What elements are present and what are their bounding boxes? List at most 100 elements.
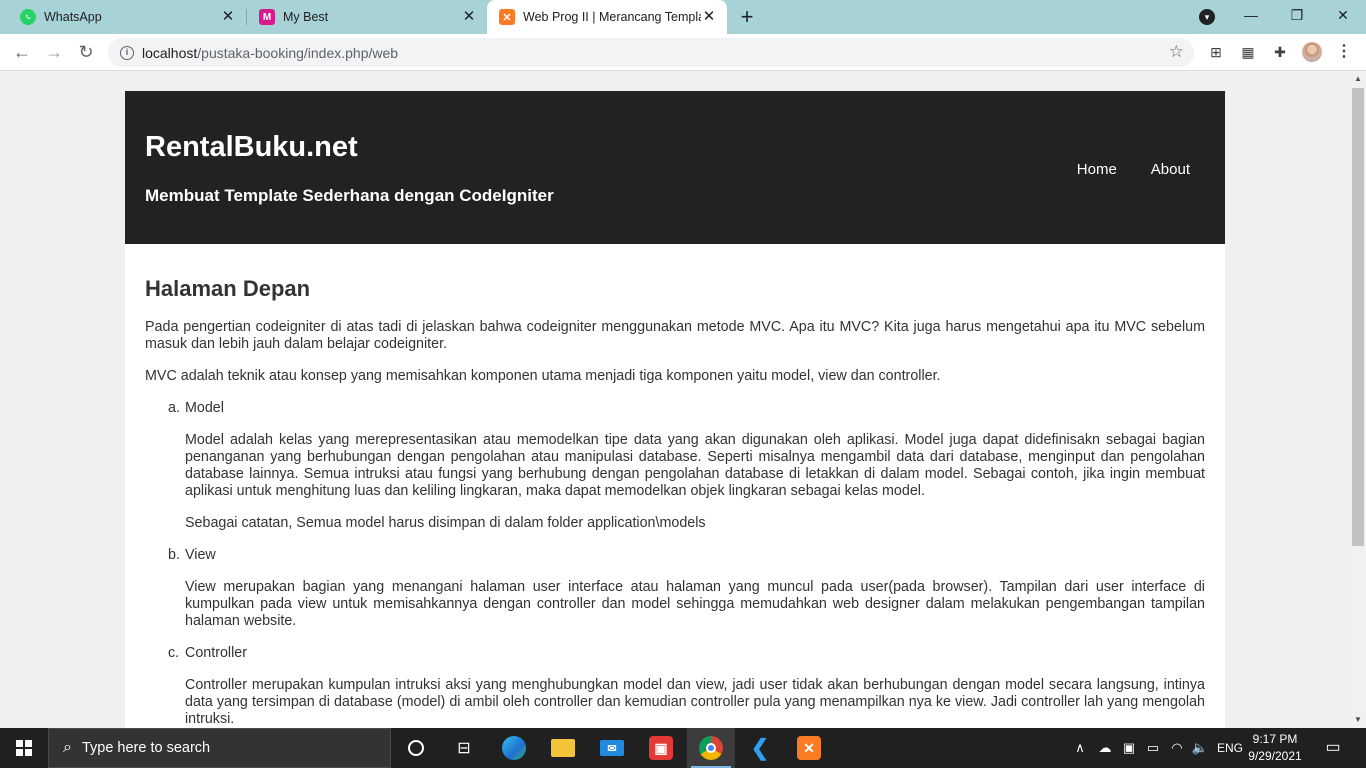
list-item-body: Controller merupakan kumpulan intruksi a… — [185, 677, 1205, 728]
more-menu-icon[interactable]: ⋮ — [1336, 42, 1352, 62]
page-viewport: RentalBuku.net Membuat Template Sederhan… — [0, 71, 1350, 728]
notification-center-icon[interactable]: ▭ — [1320, 738, 1346, 758]
tab-web-prog[interactable]: ✕ Web Prog II | Merancang Templa ✕ — [487, 0, 727, 34]
tab-title: Web Prog II | Merancang Templa — [523, 10, 701, 24]
list-item-model: a. Model Model adalah kelas yang merepres… — [168, 400, 1205, 532]
main-content: Halaman Depan Pada pengertian codeignite… — [125, 244, 1225, 728]
taskbar-mail[interactable]: ✉ — [588, 728, 636, 768]
cortana-icon — [408, 740, 424, 756]
taskbar-gift-app[interactable]: ▣ — [637, 728, 685, 768]
edge-icon — [502, 736, 526, 760]
volume-icon[interactable]: 🔈 — [1190, 728, 1210, 768]
folder-icon — [551, 739, 575, 757]
close-tab-icon[interactable]: ✕ — [461, 9, 477, 25]
list-item-title: Controller — [185, 645, 247, 661]
qr-code-icon[interactable]: ⊞ — [1207, 43, 1225, 61]
onedrive-cloud-icon[interactable]: ☁ — [1095, 728, 1115, 768]
taskbar-file-explorer[interactable] — [539, 728, 587, 768]
vscode-icon: ❮ — [750, 735, 770, 760]
clock-date: 9/29/2021 — [1248, 749, 1302, 763]
site-nav: Home About — [1077, 161, 1190, 178]
url-path: /pustaka-booking/index.php/web — [197, 44, 399, 61]
taskbar-vscode[interactable]: ❮ — [736, 728, 784, 768]
taskbar-edge[interactable] — [490, 728, 538, 768]
site-subtitle: Membuat Template Sederhana dengan CodeIg… — [145, 186, 554, 205]
list-item-title: Model — [185, 400, 224, 416]
address-url[interactable]: localhost/pustaka-booking/index.php/web — [142, 45, 398, 61]
windows-taskbar: ⌕ Type here to search ⊟ ✉ ▣ ❮ ✕ ∧ ☁ ▣ ▭ … — [0, 728, 1366, 768]
tab-search-icon[interactable]: ▾ — [1199, 9, 1215, 25]
search-icon: ⌕ — [63, 739, 72, 756]
site-header: RentalBuku.net Membuat Template Sederhan… — [125, 91, 1225, 244]
browser-toolbar: ← → ↻ i localhost/pustaka-booking/index.… — [0, 34, 1366, 71]
site-info-icon[interactable]: i — [120, 45, 134, 60]
taskbar-xampp[interactable]: ✕ — [785, 728, 833, 768]
intro-paragraph: Pada pengertian codeigniter di atas tadi… — [145, 319, 1205, 352]
mail-icon: ✉ — [600, 740, 624, 756]
profile-avatar[interactable] — [1302, 42, 1322, 62]
tab-whatsapp[interactable]: WhatsApp ✕ — [0, 0, 246, 34]
list-paragraph: View merupakan bagian yang menangani hal… — [185, 579, 1205, 629]
task-view-icon: ⊟ — [457, 740, 471, 757]
show-hidden-icons[interactable]: ∧ — [1070, 728, 1090, 768]
taskbar-search[interactable]: ⌕ Type here to search — [48, 728, 391, 768]
clock-time: 9:17 PM — [1252, 732, 1298, 746]
list-item-body: View merupakan bagian yang menangani hal… — [185, 579, 1205, 630]
restore-button[interactable]: ❐ — [1274, 0, 1320, 30]
xampp-icon: ✕ — [797, 736, 821, 760]
list-item-controller: c. Controller Controller merupakan kumpul… — [168, 645, 1205, 728]
back-arrow-icon[interactable]: ← — [10, 40, 34, 64]
whatsapp-icon — [20, 9, 36, 25]
taskbar-chrome[interactable] — [687, 728, 735, 768]
list-marker: a. — [168, 400, 180, 416]
task-view-button[interactable]: ⊟ — [440, 728, 488, 768]
list-marker: b. — [168, 547, 180, 563]
xampp-icon: ✕ — [499, 9, 515, 25]
nav-about-link[interactable]: About — [1151, 161, 1190, 178]
security-icon[interactable]: ▣ — [1119, 728, 1139, 768]
close-tab-icon[interactable]: ✕ — [220, 9, 236, 25]
scroll-up-arrow-icon[interactable]: ▲ — [1350, 71, 1366, 87]
reload-icon[interactable]: ↻ — [74, 40, 98, 64]
taskbar-clock[interactable]: 9:17 PM 9/29/2021 — [1240, 731, 1310, 765]
list-item-title: View — [185, 547, 216, 563]
list-paragraph: Model adalah kelas yang merepresentasika… — [185, 432, 1205, 499]
tab-title: My Best — [283, 10, 329, 24]
battery-icon[interactable]: ▭ — [1143, 728, 1163, 768]
tab-title: WhatsApp — [44, 10, 102, 24]
close-tab-icon[interactable]: ✕ — [701, 9, 717, 25]
tab-my-best[interactable]: M My Best ✕ — [239, 0, 487, 34]
close-window-button[interactable]: ✕ — [1320, 0, 1366, 30]
mvc-paragraph: MVC adalah teknik atau konsep yang memis… — [145, 368, 941, 384]
search-placeholder: Type here to search — [81, 740, 211, 756]
bookmark-star-icon[interactable]: ☆ — [1169, 43, 1184, 61]
gift-icon: ▣ — [649, 736, 673, 760]
scroll-down-arrow-icon[interactable]: ▼ — [1350, 712, 1366, 728]
list-item-body: Model adalah kelas yang merepresentasika… — [185, 432, 1205, 532]
nav-home-link[interactable]: Home — [1077, 161, 1117, 178]
windows-logo-icon — [16, 740, 32, 756]
list-paragraph: Sebagai catatan, Semua model harus disim… — [185, 515, 706, 531]
site-title: RentalBuku.net — [145, 131, 358, 163]
list-marker: c. — [168, 645, 180, 661]
minimize-button[interactable]: — — [1228, 0, 1274, 30]
address-bar[interactable]: i localhost/pustaka-booking/index.php/we… — [108, 38, 1194, 67]
page-heading: Halaman Depan — [145, 276, 311, 301]
apps-grid-icon[interactable]: ▦ — [1239, 43, 1257, 61]
mvc-list: a. Model Model adalah kelas yang merepres… — [168, 400, 1205, 728]
list-paragraph: Controller merupakan kumpulan intruksi a… — [185, 677, 1205, 727]
my-best-icon: M — [259, 9, 275, 25]
wifi-icon[interactable]: ◠ — [1167, 728, 1187, 768]
forward-arrow-icon[interactable]: → — [42, 40, 66, 64]
list-item-view: b. View View merupakan bagian yang menang… — [168, 547, 1205, 630]
page-scrollbar[interactable]: ▲ ▼ — [1350, 71, 1366, 728]
page-container: RentalBuku.net Membuat Template Sederhan… — [125, 91, 1225, 728]
cortana-button[interactable] — [392, 728, 440, 768]
chrome-icon — [699, 736, 723, 760]
tab-strip: WhatsApp ✕ M My Best ✕ ✕ Web Prog II | M… — [0, 0, 1366, 34]
url-host: localhost — [142, 44, 198, 61]
start-button[interactable] — [0, 728, 48, 768]
extensions-puzzle-icon[interactable]: ✚ — [1271, 43, 1289, 61]
new-tab-button[interactable]: + — [737, 6, 757, 28]
scrollbar-thumb[interactable] — [1352, 88, 1364, 546]
